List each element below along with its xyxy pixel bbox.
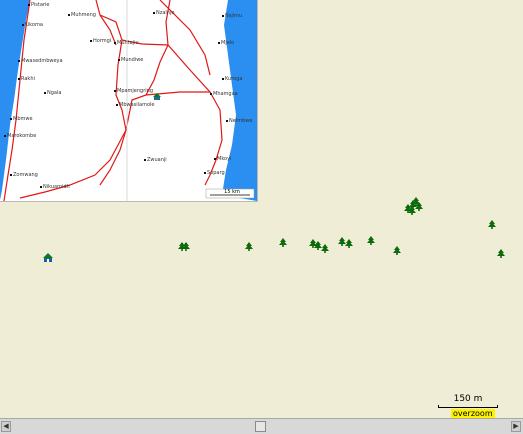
hut-icon[interactable] [42, 252, 54, 263]
scroll-thumb[interactable] [255, 421, 266, 432]
tree-icon [393, 246, 401, 255]
inset-scale-label: 15 km [224, 189, 240, 195]
scale-line [438, 405, 498, 408]
place-label: Nsjimu [222, 13, 242, 19]
place-label: Marokombe [4, 133, 36, 139]
tree-icon [321, 244, 329, 253]
tree-icon [488, 220, 496, 229]
place-label: Mjelo [218, 40, 234, 46]
place-label: Mpamjengring [114, 88, 153, 94]
map-canvas[interactable]: Pistarie Likoma Mwasedmbweya Rakhi Ngala… [0, 0, 523, 418]
tree-icon [497, 249, 505, 258]
place-label: Kuroga [222, 76, 242, 82]
place-label: Ngala [44, 90, 61, 96]
place-label: Mkoyi [214, 156, 231, 162]
place-label: Hormgi [90, 38, 111, 44]
overzoom-badge: overzoom [451, 409, 495, 418]
place-label: Zwuanji [144, 157, 167, 163]
place-label: Muntajiu [114, 40, 139, 46]
place-label: Likoma [22, 22, 43, 28]
scroll-left-arrow[interactable]: ◀ [1, 421, 11, 432]
tree-icon [415, 202, 423, 211]
tree-icon [345, 239, 353, 248]
place-label: Rakhi [18, 76, 35, 82]
place-label: Mwasedmbweya [18, 58, 63, 64]
place-label: Nzalnjo [153, 10, 174, 16]
place-label: Mbmwe [10, 116, 33, 122]
tree-icon [245, 242, 253, 251]
place-label: Muhmeng [68, 12, 96, 18]
scale-label: 150 m [453, 394, 483, 404]
place-label: Mundiwe [118, 57, 143, 63]
place-label: Pistarie [28, 2, 49, 8]
place-label: Nikuamidh [40, 184, 70, 190]
tree-icon [408, 206, 416, 215]
scroll-right-arrow[interactable]: ▶ [511, 421, 521, 432]
horizontal-scrollbar[interactable]: ◀ ▶ [0, 418, 523, 434]
place-label: Mbwasilamole [116, 102, 154, 108]
overview-inset-map[interactable]: Pistarie Likoma Mwasedmbweya Rakhi Ngala… [0, 0, 258, 202]
place-label: Mhamgaa [210, 91, 238, 97]
place-label: Nelmbwe [226, 118, 252, 124]
tree-icon [279, 238, 287, 247]
roads [3, 0, 223, 201]
tree-icon [367, 236, 375, 245]
place-label: Soparg [204, 170, 225, 176]
place-label: Zomwang [10, 172, 38, 178]
lake-right [222, 0, 257, 201]
tree-icon [182, 242, 190, 251]
scale-bar: 150 m [436, 394, 500, 409]
